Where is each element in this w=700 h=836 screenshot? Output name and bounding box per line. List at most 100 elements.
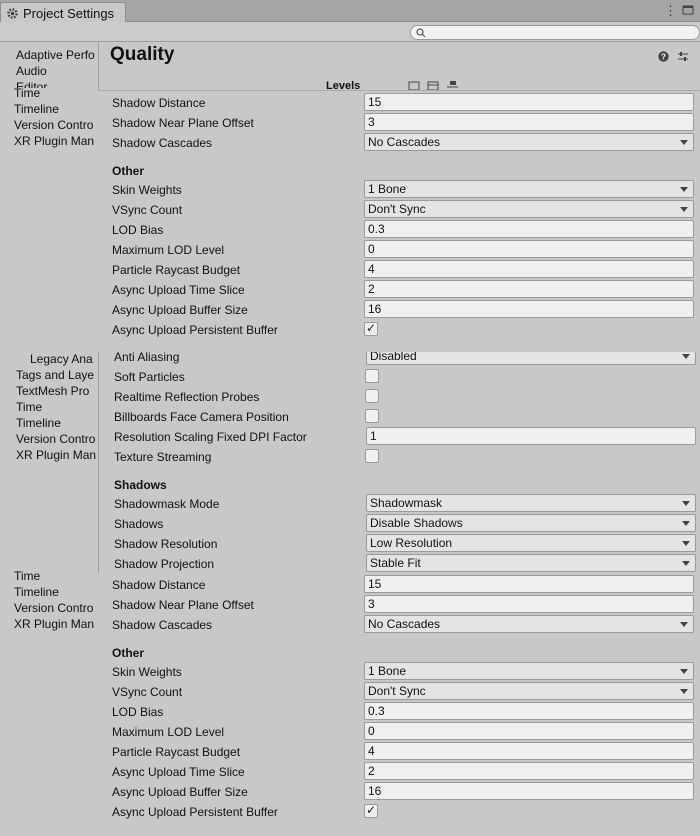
maximum-lod-level-label: Maximum LOD Level: [112, 725, 225, 739]
levels-toolbar: [408, 80, 458, 90]
shadowmask-mode-dropdown[interactable]: Shadowmask: [366, 494, 696, 512]
shadowmask-mode-label: Shadowmask Mode: [114, 497, 220, 511]
async-upload-persistent-buffer-checkbox[interactable]: ✓: [364, 803, 378, 818]
lod-bias-label: LOD Bias: [112, 705, 164, 719]
sidebar-item-adaptive-performance[interactable]: Adaptive Perfo: [16, 47, 98, 63]
async-upload-time-slice-field[interactable]: 2: [364, 762, 694, 780]
particle-raycast-budget-field[interactable]: 4: [364, 742, 694, 760]
async-upload-buffer-size-label: Async Upload Buffer Size: [112, 785, 248, 799]
anti-aliasing-dropdown[interactable]: Disabled: [366, 352, 696, 365]
lod-bias-label: LOD Bias: [112, 223, 164, 237]
shadows-label: Shadows: [114, 517, 164, 531]
realtime-reflection-probes-checkbox[interactable]: [365, 389, 379, 403]
sidebar-item-legacy-analytics[interactable]: Legacy Ana: [30, 351, 98, 367]
quality-settings-panel-1: Shadow Distance 15 Shadow Near Plane Offs…: [98, 90, 700, 352]
sidebar-item-xr-plugin-management[interactable]: XR Plugin Man: [16, 447, 98, 463]
chevron-down-icon: [682, 501, 690, 506]
shadows-dropdown[interactable]: Disable Shadows: [366, 514, 696, 532]
resolution-scaling-dpi-field[interactable]: 1: [366, 427, 696, 445]
realtime-reflection-probes-label: Realtime Reflection Probes: [114, 390, 260, 404]
async-upload-buffer-size-field[interactable]: 16: [364, 782, 694, 800]
vsync-count-dropdown[interactable]: Don't Sync: [364, 200, 694, 218]
chevron-down-icon: [680, 187, 688, 192]
shadow-cascades-label: Shadow Cascades: [112, 136, 213, 150]
help-icon[interactable]: ?: [658, 51, 669, 62]
async-upload-time-slice-label: Async Upload Time Slice: [112, 765, 245, 779]
shadow-cascades-label: Shadow Cascades: [112, 618, 213, 632]
chevron-down-icon: [680, 689, 688, 694]
toolbar: [0, 22, 700, 42]
dropdown-value: 1 Bone: [368, 182, 407, 196]
chevron-down-icon: [682, 354, 690, 359]
sidebar-item-version-control[interactable]: Version Contro: [14, 117, 98, 133]
sidebar-item-textmesh-pro[interactable]: TextMesh Pro: [16, 383, 98, 399]
search-input[interactable]: [410, 25, 700, 40]
sidebar-item-xr-plugin-management[interactable]: XR Plugin Man: [14, 616, 98, 632]
dropdown-value: Low Resolution: [370, 536, 453, 550]
chevron-down-icon: [680, 140, 688, 145]
lod-bias-field[interactable]: 0.3: [364, 702, 694, 720]
vsync-count-label: VSync Count: [112, 685, 183, 699]
billboards-face-camera-label: Billboards Face Camera Position: [114, 410, 289, 424]
skin-weights-dropdown[interactable]: 1 Bone: [364, 180, 694, 198]
particle-raycast-budget-field[interactable]: 4: [364, 260, 694, 278]
shadow-distance-field[interactable]: 15: [364, 93, 694, 111]
sidebar-item-xr-plugin-management[interactable]: XR Plugin Man: [14, 133, 98, 149]
resolution-scaling-dpi-label: Resolution Scaling Fixed DPI Factor: [114, 430, 307, 444]
sidebar-item-timeline[interactable]: Timeline: [14, 101, 98, 117]
project-settings-tab[interactable]: Project Settings: [0, 2, 126, 23]
svg-text:?: ?: [661, 53, 666, 62]
more-icon[interactable]: ⋮: [695, 49, 700, 63]
shadow-cascades-dropdown[interactable]: No Cascades: [364, 615, 694, 633]
checkmark-icon: ✓: [366, 321, 377, 335]
async-upload-buffer-size-field[interactable]: 16: [364, 300, 694, 318]
maximum-lod-level-field[interactable]: 0: [364, 722, 694, 740]
skin-weights-dropdown[interactable]: 1 Bone: [364, 662, 694, 680]
maximum-lod-level-field[interactable]: 0: [364, 240, 694, 258]
shadow-cascades-dropdown[interactable]: No Cascades: [364, 133, 694, 151]
dropdown-value: Stable Fit: [370, 556, 421, 570]
async-upload-time-slice-field[interactable]: 2: [364, 280, 694, 298]
chevron-down-icon: [682, 561, 690, 566]
async-upload-buffer-size-label: Async Upload Buffer Size: [112, 303, 248, 317]
sidebar-item-time[interactable]: Time: [14, 85, 98, 101]
shadow-resolution-label: Shadow Resolution: [114, 537, 218, 551]
particle-raycast-budget-label: Particle Raycast Budget: [112, 263, 241, 277]
sidebar-item-version-control[interactable]: Version Contro: [14, 600, 98, 616]
maximize-icon[interactable]: [682, 4, 694, 16]
dropdown-value: No Cascades: [368, 617, 441, 631]
shadow-distance-field[interactable]: 15: [364, 575, 694, 593]
preset-icon[interactable]: [677, 51, 689, 62]
async-upload-persistent-buffer-label: Async Upload Persistent Buffer: [112, 805, 278, 819]
sidebar-item-version-control[interactable]: Version Contro: [16, 431, 98, 447]
shadow-distance-label: Shadow Distance: [112, 96, 206, 110]
dropdown-value: Shadowmask: [370, 496, 443, 510]
sidebar-item-time[interactable]: Time: [16, 399, 98, 415]
soft-particles-checkbox[interactable]: [365, 369, 379, 383]
texture-streaming-checkbox[interactable]: [365, 449, 379, 463]
texture-streaming-label: Texture Streaming: [114, 450, 212, 464]
levels-label: Levels: [326, 80, 361, 90]
async-upload-time-slice-label: Async Upload Time Slice: [112, 283, 245, 297]
quality-settings-panel-3: Shadow Distance 15 Shadow Near Plane Offs…: [98, 573, 700, 836]
vsync-count-dropdown[interactable]: Don't Sync: [364, 682, 694, 700]
sidebar-item-time[interactable]: Time: [14, 568, 98, 584]
sidebar-item-timeline[interactable]: Timeline: [14, 584, 98, 600]
dropdown-value: Don't Sync: [368, 684, 426, 698]
lod-bias-field[interactable]: 0.3: [364, 220, 694, 238]
chevron-down-icon: [680, 669, 688, 674]
dropdown-value: Don't Sync: [368, 202, 426, 216]
sidebar-item-tags-and-layers[interactable]: Tags and Laye: [16, 367, 98, 383]
skin-weights-label: Skin Weights: [112, 665, 182, 679]
shadow-near-plane-offset-field[interactable]: 3: [364, 595, 694, 613]
shadow-projection-dropdown[interactable]: Stable Fit: [366, 554, 696, 572]
shadow-near-plane-offset-field[interactable]: 3: [364, 113, 694, 131]
async-upload-persistent-buffer-label: Async Upload Persistent Buffer: [112, 323, 278, 337]
async-upload-persistent-buffer-checkbox[interactable]: ✓: [364, 321, 378, 336]
tab-title: Project Settings: [23, 5, 115, 21]
shadow-resolution-dropdown[interactable]: Low Resolution: [366, 534, 696, 552]
sidebar-item-audio[interactable]: Audio: [16, 63, 98, 79]
kebab-menu-icon[interactable]: ⋮: [664, 4, 677, 17]
sidebar-item-timeline[interactable]: Timeline: [16, 415, 98, 431]
billboards-face-camera-checkbox[interactable]: [365, 409, 379, 423]
